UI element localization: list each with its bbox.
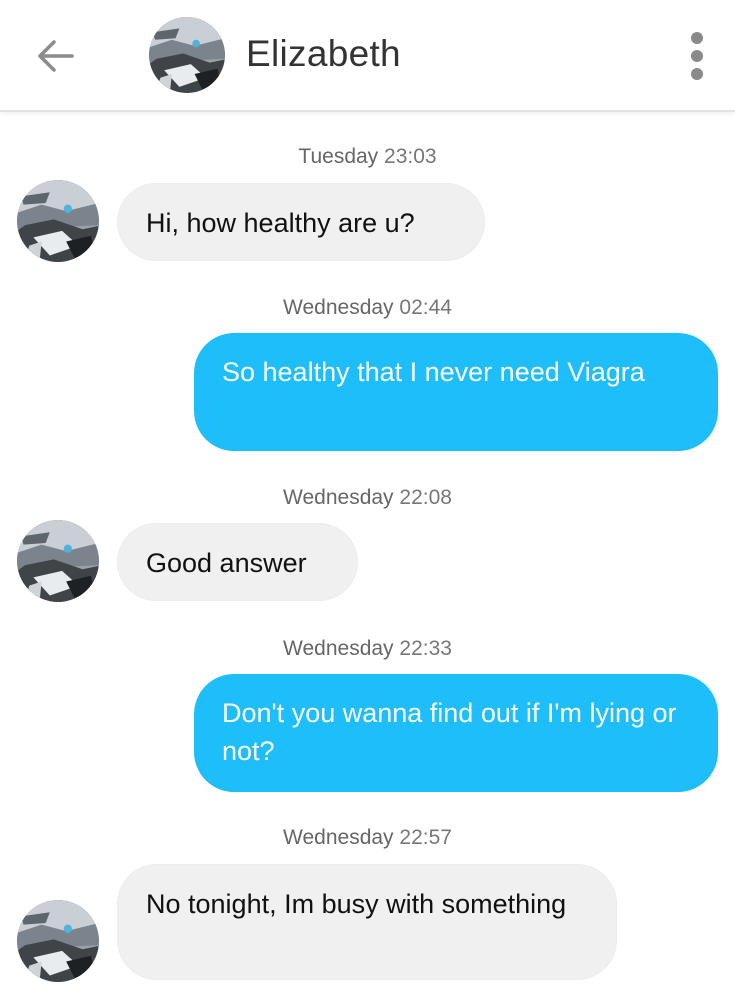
timestamp-day: Wednesday [283, 296, 394, 319]
message-text: Hi, how healthy are u? [146, 208, 415, 238]
message-timestamp: Wednesday 22:57 [0, 826, 735, 850]
message-timestamp: Wednesday 02:44 [0, 296, 735, 320]
message-text: Don't you wanna find out if I'm lying or… [222, 698, 677, 766]
timestamp-time: 23:03 [384, 145, 437, 168]
sender-avatar[interactable] [17, 900, 99, 982]
outgoing-message-bubble[interactable]: Don't you wanna find out if I'm lying or… [194, 674, 718, 792]
timestamp-time: 22:08 [399, 486, 452, 509]
message-text: No tonight, Im busy with something [146, 889, 567, 919]
timestamp-day: Tuesday [298, 145, 379, 168]
sender-avatar[interactable] [17, 520, 99, 602]
incoming-message-bubble[interactable]: Hi, how healthy are u? [117, 183, 485, 261]
timestamp-day: Wednesday [283, 486, 394, 509]
message-timestamp: Wednesday 22:33 [0, 637, 735, 661]
more-vertical-icon [691, 32, 703, 44]
timestamp-time: 22:57 [399, 826, 452, 849]
contact-name[interactable]: Elizabeth [246, 30, 401, 78]
more-vertical-icon-dot [691, 50, 703, 62]
timestamp-time: 02:44 [399, 296, 452, 319]
back-button[interactable] [30, 30, 82, 82]
arrow-left-icon [38, 40, 74, 72]
message-text: Good answer [146, 548, 307, 578]
incoming-message-bubble[interactable]: Good answer [117, 523, 358, 601]
timestamp-time: 22:33 [399, 637, 452, 660]
message-timestamp: Tuesday 23:03 [0, 145, 735, 169]
outgoing-message-bubble[interactable]: So healthy that I never need Viagra [194, 333, 718, 451]
chat-header: Elizabeth [0, 0, 735, 112]
message-timestamp: Wednesday 22:08 [0, 486, 735, 510]
sender-avatar[interactable] [17, 180, 99, 262]
more-options-button[interactable] [680, 28, 714, 84]
message-text: So healthy that I never need Viagra [222, 357, 645, 387]
timestamp-day: Wednesday [283, 637, 394, 660]
more-vertical-icon-dot [691, 68, 703, 80]
incoming-message-bubble[interactable]: No tonight, Im busy with something [117, 864, 617, 980]
timestamp-day: Wednesday [283, 826, 394, 849]
contact-avatar[interactable] [149, 17, 225, 93]
